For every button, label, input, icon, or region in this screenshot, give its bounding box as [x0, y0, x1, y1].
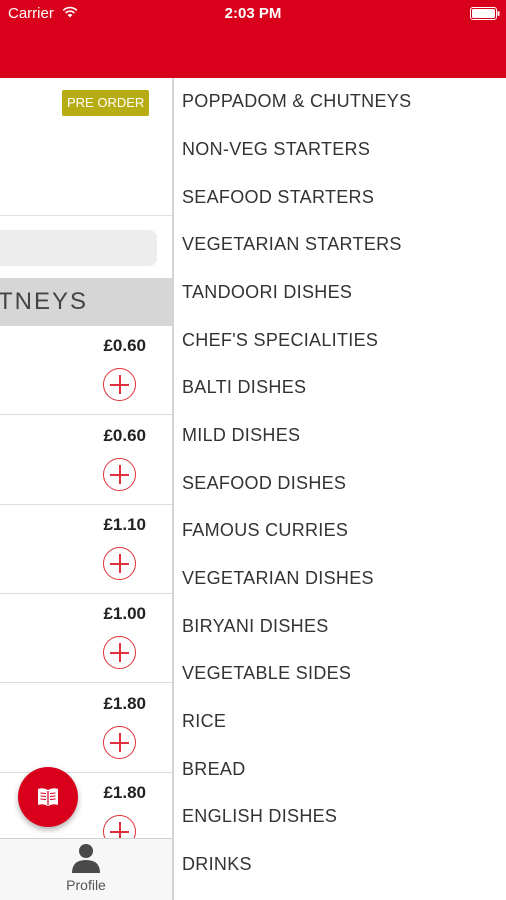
menu-panel: PRE ORDER TNEYS £0.60 £0.60 £1.10 £1.00 …: [0, 78, 172, 900]
menu-fab-button[interactable]: [18, 767, 78, 827]
add-item-button[interactable]: [103, 368, 136, 401]
category-item[interactable]: BALTI DISHES: [182, 377, 306, 398]
category-item[interactable]: FAMOUS CURRIES: [182, 520, 348, 541]
search-input[interactable]: [0, 230, 157, 266]
divider: [0, 215, 172, 216]
item-price: £0.60: [103, 336, 146, 355]
pre-order-badge[interactable]: PRE ORDER: [62, 90, 150, 116]
add-item-button[interactable]: [103, 547, 136, 580]
category-item[interactable]: MILD DISHES: [182, 425, 300, 446]
category-item[interactable]: SEAFOOD DISHES: [182, 473, 346, 494]
battery-icon: [470, 7, 500, 20]
add-item-button[interactable]: [103, 458, 136, 491]
category-drawer: POPPADOM & CHUTNEYS NON-VEG STARTERS SEA…: [174, 78, 506, 900]
add-item-button[interactable]: [103, 636, 136, 669]
menu-item: £1.00: [0, 594, 172, 683]
clock: 2:03 PM: [224, 5, 282, 22]
category-item[interactable]: VEGETARIAN STARTERS: [182, 234, 402, 255]
category-item[interactable]: NON-VEG STARTERS: [182, 139, 370, 160]
tab-profile[interactable]: Profile: [55, 839, 117, 900]
category-item[interactable]: VEGETABLE SIDES: [182, 663, 351, 684]
category-item[interactable]: DRINKS: [182, 854, 252, 875]
add-item-button[interactable]: [103, 726, 136, 759]
person-icon: [72, 844, 100, 873]
navigation-bar: [0, 28, 506, 78]
category-item[interactable]: ENGLISH DISHES: [182, 806, 337, 827]
category-item[interactable]: BIRYANI DISHES: [182, 616, 329, 637]
category-header-label: TNEYS: [0, 288, 89, 315]
category-item[interactable]: SEAFOOD STARTERS: [182, 187, 374, 208]
item-price: £1.00: [103, 604, 146, 623]
category-item[interactable]: RICE: [182, 711, 226, 732]
item-price: £0.60: [103, 426, 146, 445]
status-bar: Carrier 2:03 PM: [0, 0, 506, 28]
menu-book-icon: [38, 788, 58, 806]
category-item[interactable]: BREAD: [182, 759, 246, 780]
tab-profile-label: Profile: [66, 877, 106, 893]
menu-item: £1.10: [0, 505, 172, 594]
menu-item: £0.60: [0, 326, 172, 415]
category-item[interactable]: CHEF'S SPECIALITIES: [182, 330, 378, 351]
tab-bar: Profile: [0, 838, 172, 900]
menu-item: £1.80: [0, 684, 172, 773]
category-item[interactable]: VEGETARIAN DISHES: [182, 568, 374, 589]
category-item[interactable]: POPPADOM & CHUTNEYS: [182, 91, 411, 112]
item-price: £1.10: [103, 515, 146, 534]
menu-item: £0.60: [0, 416, 172, 505]
item-price: £1.80: [103, 783, 146, 802]
category-item[interactable]: TANDOORI DISHES: [182, 282, 352, 303]
category-header: TNEYS: [0, 278, 172, 326]
item-price: £1.80: [103, 694, 146, 713]
